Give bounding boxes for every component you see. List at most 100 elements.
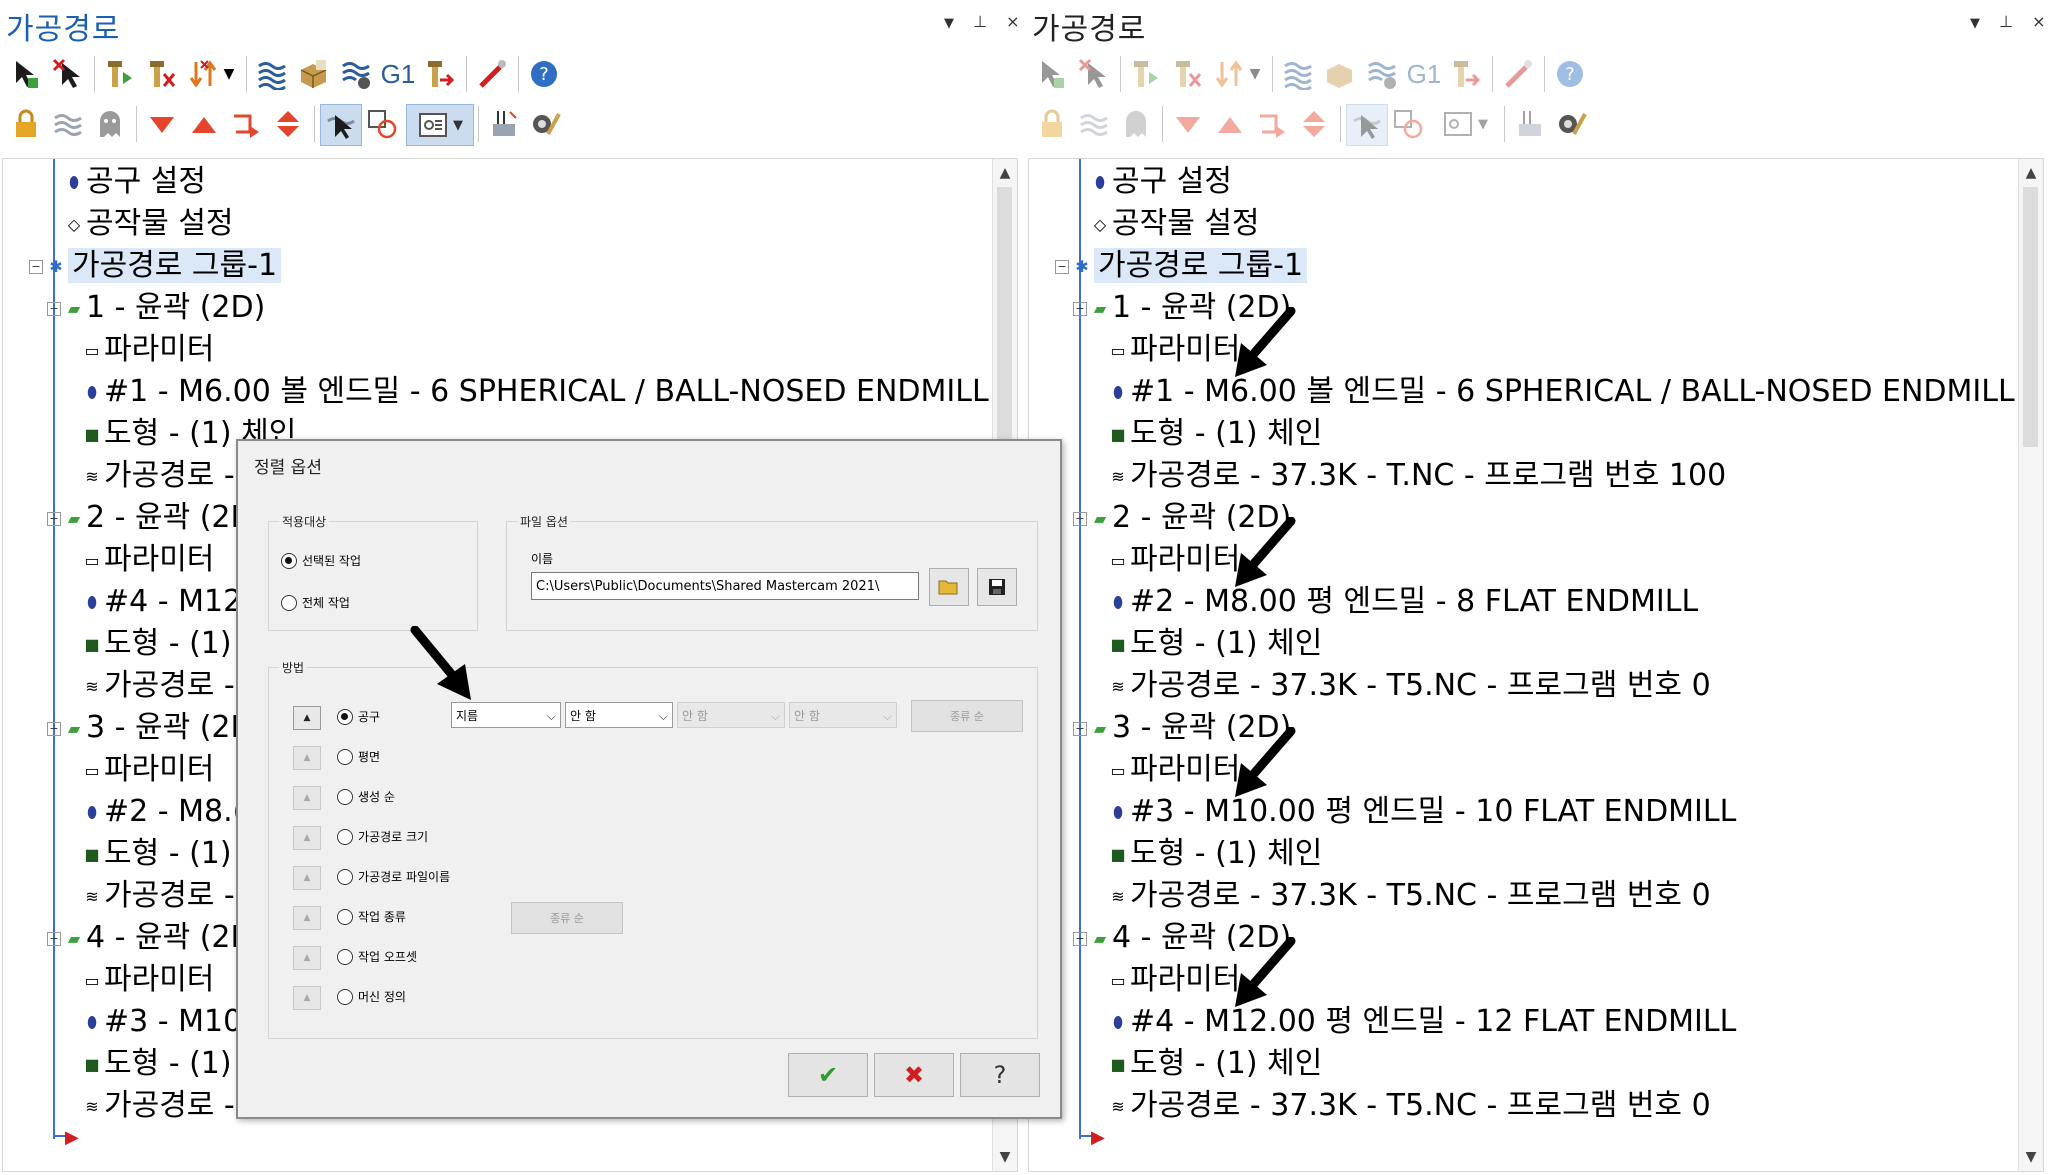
expand-collapse-icon[interactable] (268, 104, 308, 144)
simulate-icon[interactable] (1362, 54, 1402, 94)
priority-up-icon[interactable]: ▲ (293, 866, 321, 890)
highfeed-icon[interactable] (472, 54, 512, 94)
regenerate-ops-icon[interactable] (100, 54, 140, 94)
tree-scrollbar[interactable]: ▲ ▼ (2018, 159, 2043, 1171)
tree-group[interactable]: − ✱ 가공경로 그룹-1 (1055, 246, 1308, 286)
collapse-icon[interactable]: − (1073, 301, 1087, 316)
tree-op-3-geometry[interactable]: ■ 도형 - (1) 체인 (1109, 834, 1322, 874)
help-button[interactable]: ? (960, 1053, 1040, 1097)
tree-op-1-tool[interactable]: ⬮ #1 - M6.00 볼 엔드밀 - 6 SPHERICAL / BALL-N… (83, 372, 989, 412)
lock-icon[interactable] (1032, 104, 1072, 144)
tree-op-3[interactable]: − ▰ 3 - 윤곽 (2D (47, 708, 254, 748)
method-operation-type-radio[interactable]: 작업 종류 (337, 908, 406, 925)
tree-op-4-tool[interactable]: ⬮ #3 - M10 (83, 1002, 242, 1042)
tree-op-2-toolpath[interactable]: ≋ 가공경로 - . (83, 666, 254, 706)
tree-op-3-tool[interactable]: ⬮ #2 - M8.( (83, 792, 244, 832)
panel-close-button[interactable]: × (1006, 12, 1019, 31)
sort-key-2-select[interactable]: 안 함 ⌵ (565, 702, 673, 728)
expand-collapse-icon[interactable] (1294, 104, 1334, 144)
backplot-icon[interactable] (1278, 54, 1318, 94)
select-all-ops-icon[interactable] (6, 54, 46, 94)
tree-op-2-toolpath[interactable]: ≋ 가공경로 - 37.3K - T5.NC - 프로그램 번호 0 (1109, 666, 1710, 706)
sort-key-4-select[interactable]: 안 함 ⌵ (789, 702, 897, 728)
collapse-icon[interactable]: − (47, 721, 61, 736)
tree-op-1[interactable]: − ▰ 1 - 윤곽 (2D) (47, 288, 265, 328)
verify-icon[interactable] (1320, 54, 1360, 94)
tree-tool-settings[interactable]: ⬮ 공구 설정 (1091, 162, 1232, 202)
collapse-icon[interactable]: − (1073, 721, 1087, 736)
tree-op-2-tool[interactable]: ⬮ #2 - M8.00 평 엔드밀 - 8 FLAT ENDMILL (1109, 582, 1698, 622)
deselect-ops-icon[interactable] (48, 54, 88, 94)
tree-op-4-toolpath[interactable]: ≋ 가공경로 - . (83, 1086, 254, 1126)
select-shapes-icon[interactable] (1388, 104, 1428, 144)
machine-icon[interactable] (1552, 104, 1592, 144)
collapse-icon[interactable]: − (29, 259, 43, 274)
radio-selected-ops[interactable]: 선택된 작업 (281, 552, 361, 569)
open-folder-icon[interactable] (929, 568, 969, 606)
g1-post-icon[interactable]: G1 (378, 54, 418, 94)
collapse-icon[interactable]: − (47, 931, 61, 946)
scroll-up-icon[interactable]: ▲ (993, 161, 1017, 185)
tree-op-3-toolpath[interactable]: ≋ 가공경로 - 37.3K - T5.NC - 프로그램 번호 0 (1109, 876, 1710, 916)
priority-up-icon[interactable]: ▲ (293, 986, 321, 1010)
panel-pin-button[interactable]: ⊥ (973, 12, 987, 31)
method-machine-def-radio[interactable]: 머신 정의 (337, 988, 406, 1005)
tree-op-2-params[interactable]: ▭ 파라미터 (1109, 540, 1240, 580)
lock-icon[interactable] (6, 104, 46, 144)
g1-post-icon[interactable]: G1 (1404, 54, 1444, 94)
collapse-icon[interactable]: − (1055, 259, 1069, 274)
tree-op-4-toolpath[interactable]: ≋ 가공경로 - 37.3K - T5.NC - 프로그램 번호 0 (1109, 1086, 1710, 1126)
cancel-button[interactable]: ✖ (874, 1053, 954, 1097)
scroll-up-icon[interactable]: ▲ (2019, 161, 2043, 185)
tree-op-2-params[interactable]: ▭ 파라미터 (83, 540, 214, 580)
collapse-icon[interactable]: − (47, 301, 61, 316)
type-order-button-2[interactable]: 종류 순 (511, 902, 623, 934)
regenerate-dirty-icon[interactable] (1168, 54, 1208, 94)
tree-op-3-params[interactable]: ▭ 파라미터 (1109, 750, 1240, 790)
tree-op-4[interactable]: − ▰ 4 - 윤곽 (2D (47, 918, 254, 958)
tree-op-2-geometry[interactable]: ■ 도형 - (1) 체인 (1109, 624, 1322, 664)
tree-tool-settings[interactable]: ⬮ 공구 설정 (65, 162, 206, 202)
tree-op-4-params[interactable]: ▭ 파라미터 (1109, 960, 1240, 1000)
sort-dropdown-icon[interactable]: ▼ (218, 54, 240, 94)
scroll-down-icon[interactable]: ▼ (993, 1145, 1017, 1169)
backplot-icon[interactable] (252, 54, 292, 94)
method-tool-radio[interactable]: 공구 (337, 708, 380, 725)
display-options-icon[interactable]: ▼ (1432, 104, 1498, 144)
regenerate-dirty-icon[interactable] (142, 54, 182, 94)
help-icon[interactable]: ? (524, 54, 564, 94)
method-plane-radio[interactable]: 평면 (337, 748, 380, 765)
move-up-icon[interactable] (184, 104, 224, 144)
priority-up-icon[interactable]: ▲ (293, 706, 321, 730)
priority-up-icon[interactable]: ▲ (293, 786, 321, 810)
post-selected-icon[interactable] (1446, 54, 1486, 94)
collapse-icon[interactable]: − (47, 511, 61, 526)
priority-up-icon[interactable]: ▲ (293, 826, 321, 850)
tree-stock-settings[interactable]: ◇ 공작물 설정 (1091, 204, 1260, 244)
ghost-icon[interactable] (90, 104, 130, 144)
method-operation-offset-radio[interactable]: 작업 오프셋 (337, 948, 417, 965)
sort-key-3-select[interactable]: 안 함 ⌵ (677, 702, 785, 728)
select-toolpath-icon[interactable] (1346, 104, 1388, 146)
machine-icon[interactable] (526, 104, 566, 144)
select-all-ops-icon[interactable] (1032, 54, 1072, 94)
simulate-icon[interactable] (336, 54, 376, 94)
tree-op-1-toolpath[interactable]: ≋ 가공경로 - (83, 456, 234, 496)
verify-icon[interactable] (294, 54, 334, 94)
collapse-icon[interactable]: − (1073, 511, 1087, 526)
save-file-icon[interactable] (977, 568, 1017, 606)
tree-op-3-params[interactable]: ▭ 파라미터 (83, 750, 214, 790)
panel-pin-button[interactable]: ⊥ (1999, 12, 2013, 31)
deselect-ops-icon[interactable] (1074, 54, 1114, 94)
sort-dropdown-icon[interactable]: ▼ (1244, 54, 1266, 94)
tree-op-4-tool[interactable]: ⬮ #4 - M12.00 평 엔드밀 - 12 FLAT ENDMILL (1109, 1002, 1736, 1042)
stock-model-icon[interactable] (1510, 104, 1550, 144)
collapse-icon[interactable]: − (1073, 931, 1087, 946)
insert-arrow-icon[interactable] (226, 104, 266, 144)
file-path-input[interactable]: C:\Users\Public\Documents\Shared Masterc… (531, 572, 919, 600)
highfeed-icon[interactable] (1498, 54, 1538, 94)
select-shapes-icon[interactable] (362, 104, 402, 144)
panel-menu-button[interactable]: ▼ (944, 16, 954, 31)
priority-up-icon[interactable]: ▲ (293, 906, 321, 930)
ghost-icon[interactable] (1116, 104, 1156, 144)
